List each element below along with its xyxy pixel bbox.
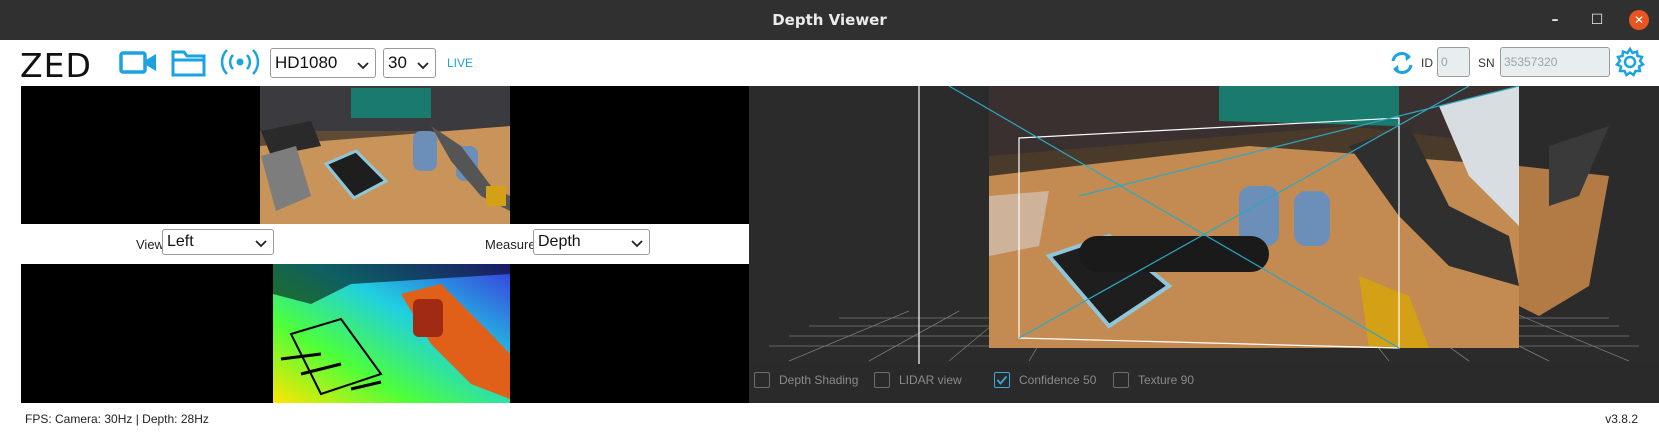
confidence-option[interactable]: Confidence 50 [994, 372, 1096, 388]
refresh-icon[interactable] [1388, 49, 1416, 82]
measure-select-value: Depth [538, 233, 581, 250]
video-camera-icon[interactable] [119, 47, 159, 82]
sn-label: SN [1478, 56, 1495, 70]
resolution-select[interactable]: HD1080 [270, 48, 376, 78]
lidar-view-label: LIDAR view [899, 373, 962, 387]
id-label: ID [1421, 56, 1433, 70]
maximize-button[interactable]: ☐ [1587, 12, 1607, 28]
depth-map-feed [21, 264, 749, 403]
resolution-value: HD1080 [275, 53, 338, 72]
depth-shading-checkbox[interactable] [754, 372, 770, 388]
folder-icon[interactable] [171, 46, 207, 83]
status-bar: FPS: Camera: 30Hz | Depth: 28Hz v3.8.2 [0, 403, 1659, 444]
chevron-down-icon [357, 56, 369, 76]
wireless-stream-icon[interactable] [220, 46, 260, 83]
lidar-view-checkbox[interactable] [874, 372, 890, 388]
viewer-options: Depth Shading LIDAR view Confidence 50 T… [749, 364, 1659, 396]
window-titlebar: Depth Viewer – ☐ ✕ [0, 0, 1659, 40]
id-field[interactable]: 0 [1437, 47, 1470, 77]
depth-shading-option[interactable]: Depth Shading [754, 372, 858, 388]
minimize-button[interactable]: – [1545, 12, 1565, 28]
close-button[interactable]: ✕ [1629, 10, 1649, 30]
lidar-view-option[interactable]: LIDAR view [874, 372, 962, 388]
texture-checkbox[interactable] [1113, 372, 1129, 388]
gear-icon[interactable] [1614, 46, 1646, 83]
app-window: ZED HD1080 30 LIVE ID 0 SN 35357320 View… [0, 40, 1659, 444]
window-title: Depth Viewer [772, 11, 887, 29]
texture-option[interactable]: Texture 90 [1113, 372, 1194, 388]
measure-label: Measure [485, 237, 536, 252]
fps-status: FPS: Camera: 30Hz | Depth: 28Hz [25, 412, 209, 426]
view-select[interactable]: Left [162, 229, 274, 255]
measure-select[interactable]: Depth [533, 229, 650, 255]
checkmark-icon [996, 375, 1008, 385]
left-camera-feed [21, 86, 749, 224]
view-select-value: Left [167, 233, 194, 250]
toolbar: ZED HD1080 30 LIVE ID 0 SN 35357320 [0, 40, 1659, 86]
fps-value: 30 [388, 53, 407, 72]
depth-shading-label: Depth Shading [779, 373, 859, 387]
live-indicator: LIVE [447, 56, 474, 70]
texture-label: Texture 90 [1138, 373, 1195, 387]
point-cloud-viewer[interactable]: Depth Shading LIDAR view Confidence 50 T… [749, 86, 1659, 403]
view-label: View [136, 237, 164, 252]
chevron-down-icon [417, 56, 429, 76]
version-label: v3.8.2 [1605, 412, 1638, 426]
serial-number-field[interactable]: 35357320 [1500, 47, 1610, 77]
zed-logo: ZED [20, 46, 92, 85]
chevron-down-icon [631, 236, 643, 254]
confidence-checkbox[interactable] [994, 372, 1010, 388]
chevron-down-icon [255, 236, 267, 254]
view-measure-controls: View Left Measure Depth [21, 224, 749, 264]
confidence-label: Confidence 50 [1019, 373, 1097, 387]
fps-select[interactable]: 30 [383, 48, 436, 78]
